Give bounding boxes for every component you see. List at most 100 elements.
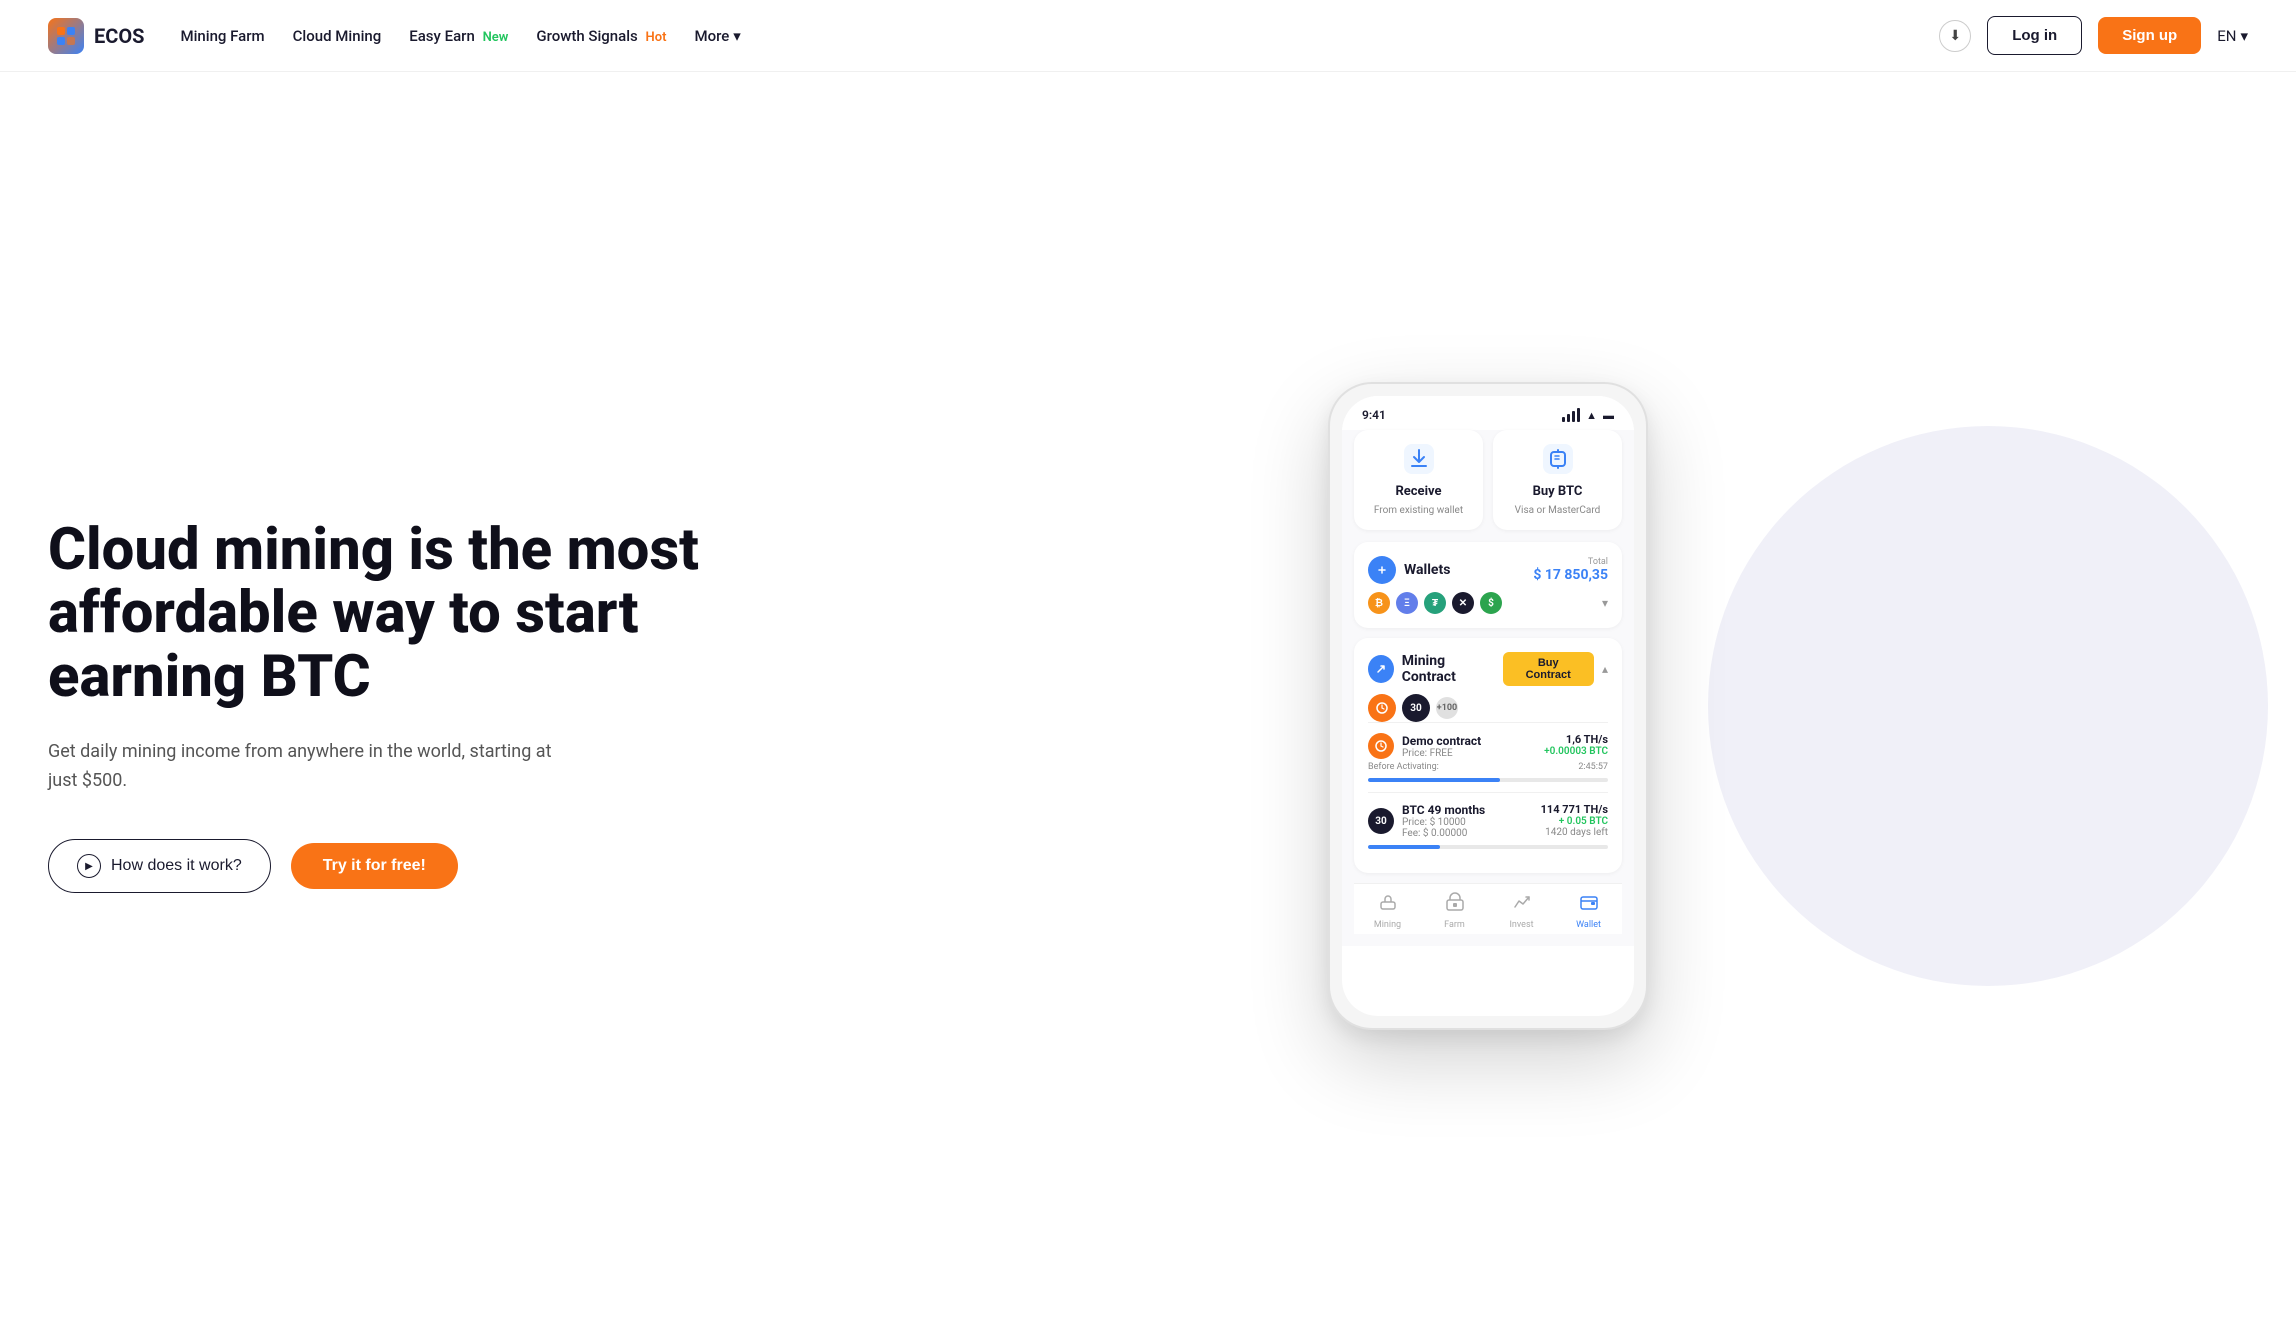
- wallet-total-value: $ 17 850,35: [1533, 567, 1608, 583]
- phone-status-bar: 9:41 ▲ ▬: [1342, 396, 1634, 430]
- phone-time: 9:41: [1362, 408, 1386, 422]
- nav-more[interactable]: More ▾: [694, 27, 740, 45]
- farm-nav-icon: [1445, 892, 1465, 917]
- wallet-coins: ₿ Ξ ₮ ✕ $ ▾: [1368, 592, 1608, 614]
- badge-new: New: [483, 30, 509, 45]
- wifi-icon: ▲: [1586, 409, 1597, 422]
- hero-title: Cloud mining is the most affordable way …: [48, 519, 728, 710]
- btc-contract-left: 30 BTC 49 months Price: $ 10000 Fee: $ 0…: [1368, 803, 1485, 839]
- demo-progress-bar: [1368, 778, 1608, 782]
- login-button[interactable]: Log in: [1987, 16, 2082, 55]
- btc-coin: ₿: [1368, 592, 1390, 614]
- hero-left: Cloud mining is the most affordable way …: [48, 519, 728, 894]
- demo-contract-name: Demo contract: [1402, 734, 1481, 748]
- btc-days-left: 1420 days left: [1541, 827, 1608, 838]
- mining-header: Mining Contract Buy Contract ▴: [1368, 652, 1608, 686]
- xrp-coin: ✕: [1452, 592, 1474, 614]
- wallet-left: Wallets: [1368, 556, 1450, 584]
- action-cards: Receive From existing wallet: [1354, 430, 1622, 530]
- buy-contract-button[interactable]: Buy Contract: [1503, 652, 1594, 686]
- demo-progress-fill: [1368, 778, 1500, 782]
- chevron-down-icon: ▾: [733, 27, 741, 45]
- mining-contract-icon: [1368, 655, 1394, 683]
- nav-invest[interactable]: Invest: [1488, 892, 1555, 930]
- demo-contract-price: Price: FREE: [1402, 748, 1481, 759]
- how-it-works-button[interactable]: ▶ How does it work?: [48, 839, 271, 893]
- how-label: How does it work?: [111, 857, 242, 875]
- demo-timing: Before Activating: 2:45:57: [1368, 762, 1608, 772]
- buy-btc-icon: [1543, 444, 1573, 478]
- nav-farm[interactable]: Farm: [1421, 892, 1488, 930]
- receive-subtitle: From existing wallet: [1374, 505, 1463, 516]
- receive-card[interactable]: Receive From existing wallet: [1354, 430, 1483, 530]
- phone-mockup: 9:41 ▲ ▬: [1328, 382, 1648, 1030]
- btc-contract-name: BTC 49 months: [1402, 803, 1485, 817]
- contract-timer-icon: [1368, 694, 1396, 722]
- nav-easy-earn[interactable]: Easy Earn New: [409, 27, 508, 45]
- wallet-total-label: Total: [1533, 557, 1608, 567]
- wallet-nav-label: Wallet: [1576, 920, 1601, 930]
- demo-contract-header: Demo contract Price: FREE 1,6 TH/s +0.00…: [1368, 733, 1608, 759]
- before-activating-label: Before Activating:: [1368, 762, 1439, 772]
- hero-section: Cloud mining is the most affordable way …: [0, 72, 2296, 1320]
- invest-nav-label: Invest: [1509, 920, 1533, 930]
- nav-left: ECOS Mining Farm Cloud Mining Easy Earn …: [48, 18, 741, 54]
- phone-content: Receive From existing wallet: [1342, 430, 1634, 946]
- hero-subtitle: Get daily mining income from anywhere in…: [48, 738, 568, 796]
- wallet-nav-icon: [1579, 892, 1599, 917]
- wallets-card: Wallets Total $ 17 850,35 ₿ Ξ ₮: [1354, 542, 1622, 628]
- btc-progress-bar: [1368, 845, 1608, 849]
- logo[interactable]: ECOS: [48, 18, 144, 54]
- nav-mining[interactable]: Mining: [1354, 892, 1421, 930]
- nav-right: ⬇ Log in Sign up EN ▾: [1939, 16, 2248, 55]
- circle-30: 30: [1402, 694, 1430, 722]
- farm-nav-label: Farm: [1444, 920, 1465, 930]
- btc-contract-info: BTC 49 months Price: $ 10000 Fee: $ 0.00…: [1402, 803, 1485, 839]
- btc-contract-fee: Fee: $ 0.00000: [1402, 828, 1485, 839]
- badge-hot: Hot: [646, 30, 667, 45]
- nav-cloud-mining[interactable]: Cloud Mining: [293, 27, 382, 45]
- language-selector[interactable]: EN ▾: [2217, 27, 2248, 45]
- phone-bottom-nav: Mining Farm: [1354, 883, 1622, 934]
- brand-name: ECOS: [94, 24, 144, 48]
- btc-contract-row: 30 BTC 49 months Price: $ 10000 Fee: $ 0…: [1368, 792, 1608, 859]
- nav-mining-farm[interactable]: Mining Farm: [180, 27, 264, 45]
- buy-btc-subtitle: Visa or MasterCard: [1515, 505, 1601, 516]
- download-icon[interactable]: ⬇: [1939, 20, 1971, 52]
- hero-actions: ▶ How does it work? Try it for free!: [48, 839, 728, 893]
- btc-btc: + 0.05 BTC: [1541, 816, 1608, 827]
- buy-btc-title: Buy BTC: [1533, 484, 1583, 499]
- btc-progress-fill: [1368, 845, 1440, 849]
- receive-icon: [1404, 444, 1434, 478]
- mining-contract-title: Mining Contract: [1402, 653, 1495, 685]
- signal-icon: [1562, 408, 1580, 422]
- hero-right: 9:41 ▲ ▬: [728, 382, 2248, 1030]
- demo-btc: +0.00003 BTC: [1544, 746, 1608, 757]
- contract-circles: 30 +100: [1368, 694, 1608, 722]
- play-icon: ▶: [77, 854, 101, 878]
- buy-btc-card[interactable]: Buy BTC Visa or MasterCard: [1493, 430, 1622, 530]
- signup-button[interactable]: Sign up: [2098, 17, 2201, 54]
- demo-ths: 1,6 TH/s: [1544, 733, 1608, 746]
- wallet-chevron-icon: ▾: [1602, 596, 1608, 610]
- try-free-button[interactable]: Try it for free!: [291, 843, 458, 889]
- mining-nav-label: Mining: [1374, 920, 1401, 930]
- nav-links: Mining Farm Cloud Mining Easy Earn New G…: [180, 27, 740, 45]
- usdt-coin: ₮: [1424, 592, 1446, 614]
- phone-frame: 9:41 ▲ ▬: [1328, 382, 1648, 1030]
- demo-contract-right: 1,6 TH/s +0.00003 BTC: [1544, 733, 1608, 757]
- chevron-down-icon-lang: ▾: [2240, 27, 2248, 45]
- btc-ths: 114 771 TH/s: [1541, 803, 1608, 816]
- btc-contract-icon: 30: [1368, 808, 1394, 834]
- circle-plus-100: +100: [1436, 697, 1458, 719]
- demo-contract-row: Demo contract Price: FREE 1,6 TH/s +0.00…: [1368, 722, 1608, 792]
- wallets-label: Wallets: [1404, 562, 1450, 578]
- battery-icon: ▬: [1603, 409, 1614, 422]
- demo-time: 2:45:57: [1578, 762, 1608, 772]
- btc-contract-right: 114 771 TH/s + 0.05 BTC 1420 days left: [1541, 803, 1608, 838]
- nav-wallet[interactable]: Wallet: [1555, 892, 1622, 930]
- btc-contract-header: 30 BTC 49 months Price: $ 10000 Fee: $ 0…: [1368, 803, 1608, 839]
- phone-screen: 9:41 ▲ ▬: [1342, 396, 1634, 1016]
- nav-growth-signals[interactable]: Growth Signals Hot: [536, 27, 666, 45]
- wallet-header: Wallets Total $ 17 850,35: [1368, 556, 1608, 584]
